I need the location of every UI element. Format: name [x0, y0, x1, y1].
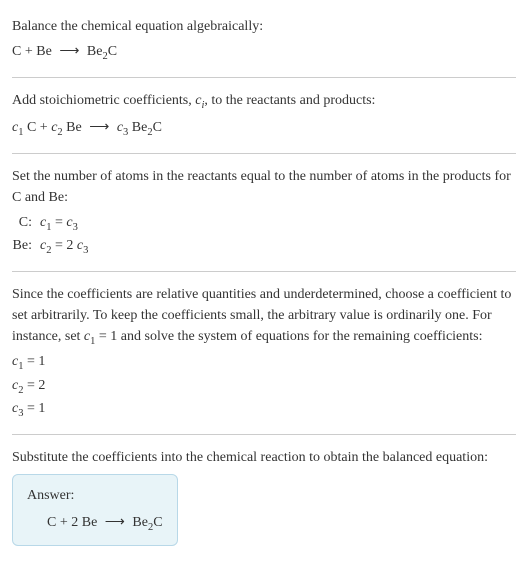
- section-solve: Since the coefficients are relative quan…: [12, 276, 516, 430]
- t2: Be: [63, 120, 86, 135]
- eq: = 2: [51, 238, 76, 253]
- text-b: , to the reactants and products:: [204, 93, 375, 108]
- coeff-line-2: c2 = 2: [12, 375, 516, 399]
- c3-sub: 3: [73, 221, 78, 232]
- val: = 1: [23, 354, 45, 369]
- atoms-intro: Set the number of atoms in the reactants…: [12, 166, 516, 208]
- t1: C +: [23, 120, 51, 135]
- unbalanced-equation: C + Be ⟶ Be2C: [12, 41, 516, 65]
- text-b: = 1 and solve the system of equations fo…: [95, 329, 482, 344]
- product-be: Be: [87, 44, 103, 59]
- val: = 1: [23, 401, 45, 416]
- arrow-icon: ⟶: [105, 512, 125, 533]
- atom-row-c: C: c1 = c3: [12, 212, 88, 236]
- answer-box: Answer: C + 2 Be ⟶ Be2C: [12, 474, 178, 547]
- atom-label-be: Be:: [12, 235, 40, 259]
- text-a: Add stoichiometric coefficients,: [12, 93, 195, 108]
- reactant-be: Be: [36, 44, 52, 59]
- section-intro: Balance the chemical equation algebraica…: [12, 8, 516, 73]
- coeff-line-1: c1 = 1: [12, 351, 516, 375]
- divider: [12, 271, 516, 272]
- answer-label: Answer:: [27, 485, 163, 506]
- atom-label-c: C:: [12, 212, 40, 236]
- divider: [12, 434, 516, 435]
- section-answer: Substitute the coefficients into the che…: [12, 439, 516, 555]
- plus: +: [21, 44, 36, 59]
- eq-c: C: [153, 515, 162, 530]
- answer-intro: Substitute the coefficients into the che…: [12, 447, 516, 468]
- stoich-intro: Add stoichiometric coefficients, ci, to …: [12, 90, 516, 114]
- atom-row-be: Be: c2 = 2 c3: [12, 235, 88, 259]
- solve-intro: Since the coefficients are relative quan…: [12, 284, 516, 350]
- section-stoichiometric: Add stoichiometric coefficients, ci, to …: [12, 82, 516, 149]
- t4: C: [153, 120, 162, 135]
- eq: =: [51, 215, 66, 230]
- product-c: C: [108, 44, 117, 59]
- arrow-icon: ⟶: [89, 117, 109, 138]
- balanced-equation: C + 2 Be ⟶ Be2C: [27, 512, 163, 536]
- arrow-icon: ⟶: [59, 41, 79, 62]
- divider: [12, 153, 516, 154]
- atom-equations: C: c1 = c3 Be: c2 = 2 c3: [12, 212, 88, 259]
- c3: c: [113, 120, 123, 135]
- intro-text: Balance the chemical equation algebraica…: [12, 16, 516, 37]
- val: = 2: [23, 378, 45, 393]
- coeff-equation: c1 C + c2 Be ⟶ c3 Be2C: [12, 117, 516, 141]
- coeff-line-3: c3 = 1: [12, 398, 516, 422]
- section-atoms: Set the number of atoms in the reactants…: [12, 158, 516, 267]
- coefficient-values: c1 = 1 c2 = 2 c3 = 1: [12, 351, 516, 422]
- c3-sub: 3: [83, 245, 88, 256]
- atom-eq-c: c1 = c3: [40, 212, 88, 236]
- divider: [12, 77, 516, 78]
- eq-b: Be: [129, 515, 148, 530]
- eq-a: C + 2 Be: [47, 515, 101, 530]
- reactant-c: C: [12, 44, 21, 59]
- atom-eq-be: c2 = 2 c3: [40, 235, 88, 259]
- t3: Be: [128, 120, 147, 135]
